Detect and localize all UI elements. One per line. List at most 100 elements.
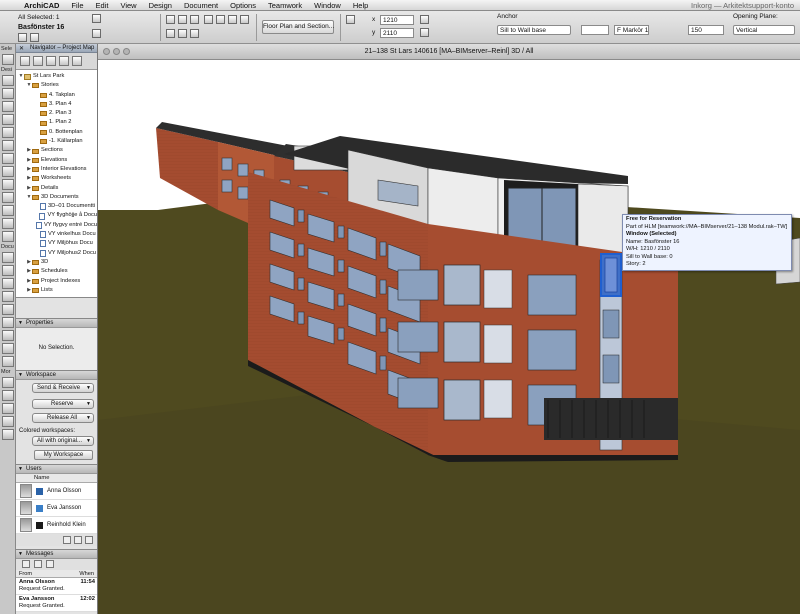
menu-help[interactable]: Help [347,1,374,10]
menu-teamwork[interactable]: Teamwork [262,1,308,10]
tree-item[interactable]: VY flygvy entré Docu [16,221,97,230]
publisher-icon[interactable] [59,56,69,66]
geometry-method-icon[interactable] [166,15,175,24]
message-item[interactable]: Eva Jansson 12:02 Request Granted. [16,595,97,612]
lock-icon[interactable] [30,33,39,42]
zone-tool-icon[interactable] [2,231,14,242]
tree-item[interactable]: 3. Plan 4 [16,100,97,109]
tree-item[interactable]: 3D–01 Documentti [16,202,97,211]
messages-header[interactable]: Messages [16,549,97,559]
tree-item[interactable]: ▶ Elevations [16,156,97,165]
tree-item[interactable]: ▶ Interior Elevations [16,165,97,174]
floor-plan-section-button[interactable]: Floor Plan and Section... [262,20,334,34]
opening-plane-select[interactable]: Vertical [733,25,795,35]
curtain-wall-tool-icon[interactable] [2,205,14,216]
tree-item[interactable]: VY Miljöhus Docu [16,239,97,248]
tree-item[interactable]: 0. Bottenplan [16,128,97,137]
my-workspace-button[interactable]: My Workspace [34,450,93,460]
tree-item[interactable]: VY Miljohus2 Docu [16,249,97,258]
anchor-select[interactable]: Sill to Wall base [497,25,571,35]
layer-icon[interactable] [18,33,27,42]
grid-tool-icon[interactable] [2,429,14,440]
view-window-title-bar[interactable]: 21–138 St Lars 140616 [MA–BIMserver–Rein… [98,44,800,60]
menu-file[interactable]: File [65,1,89,10]
tree-item[interactable]: ▼ 3D Documents [16,193,97,202]
layout-book-icon[interactable] [46,56,56,66]
arrow-tool-icon[interactable] [2,54,14,65]
tree-item[interactable]: ▶ Worksheets [16,174,97,183]
rotate-icon[interactable] [190,29,199,38]
info-icon[interactable] [85,536,93,544]
minimize-window-icon[interactable] [113,48,120,55]
label-tool-icon[interactable] [2,278,14,289]
reveal-icon[interactable] [178,15,187,24]
delete-icon[interactable] [46,560,54,568]
workspace-header[interactable]: Workspace [16,370,97,380]
section-icon[interactable] [240,15,249,24]
sill-icon[interactable] [420,28,429,37]
tree-item[interactable]: -1. Källarplan [16,137,97,146]
release-all-button[interactable]: Release All ▼ [32,413,94,423]
flip-icon[interactable] [178,29,187,38]
stair-tool-icon[interactable] [2,192,14,203]
message-item[interactable]: Anna Olsson 11:54 Request Granted. [16,578,97,595]
anchor-point-icon[interactable] [190,15,199,24]
tree-item[interactable]: ▶ Schedules [16,267,97,276]
eye-icon[interactable] [92,29,101,38]
menu-document[interactable]: Document [178,1,224,10]
tree-item[interactable]: ▼ St Lars Park [16,72,97,81]
grid-alt-icon[interactable] [216,15,225,24]
window-tool-icon[interactable] [2,114,14,125]
tree-item[interactable]: ▶ Sections [16,146,97,155]
tree-item[interactable]: 1. Plan 2 [16,118,97,127]
line-tool-icon[interactable] [2,304,14,315]
lamp-tool-icon[interactable] [2,377,14,388]
project-map-icon[interactable] [20,56,30,66]
roof-tool-icon[interactable] [2,166,14,177]
arc-tool-icon[interactable] [2,317,14,328]
properties-header[interactable]: Properties [16,318,97,328]
users-header[interactable]: Users [16,464,97,474]
polyline-tool-icon[interactable] [2,330,14,341]
drawing-tool-icon[interactable] [2,343,14,354]
dimension-tool-icon[interactable] [2,252,14,263]
tree-item[interactable]: ▼ Stories [16,81,97,90]
section-tool-icon[interactable] [2,356,14,367]
reserve-button[interactable]: Reserve ▼ [32,399,94,409]
navigator-title-bar[interactable]: ✕ Navigator – Project Map [16,44,97,53]
send-receive-button[interactable]: Send & Receive ▼ [32,383,94,393]
text-tool-icon[interactable] [2,265,14,276]
width-field[interactable]: 1210 [380,15,414,25]
reply-icon[interactable] [34,560,42,568]
figure-tool-icon[interactable] [2,403,14,414]
beam-tool-icon[interactable] [2,101,14,112]
reserve-icon[interactable] [63,536,71,544]
tree-item[interactable]: 4. Takplan [16,91,97,100]
tree-item[interactable]: VY flyghöjje å Docu [16,211,97,220]
display-icon[interactable] [228,15,237,24]
grid-icon[interactable] [204,15,213,24]
camera-tool-icon[interactable] [2,416,14,427]
menu-design[interactable]: Design [143,1,178,10]
close-icon[interactable]: ✕ [19,45,24,54]
user-row[interactable]: Eva Jansson [16,500,97,517]
object-tool-icon[interactable] [2,140,14,151]
offset-field[interactable]: 150 [688,25,724,35]
height-field[interactable]: 2110 [380,28,414,38]
menu-app-name[interactable]: ArchiCAD [18,1,65,10]
menu-view[interactable]: View [114,1,142,10]
marker-select[interactable]: F Markör 16 [614,25,649,35]
message-icon[interactable] [74,536,82,544]
anchor-offset-field[interactable] [581,25,609,35]
wall-tool-icon[interactable] [2,75,14,86]
view-map-icon[interactable] [33,56,43,66]
menu-edit[interactable]: Edit [90,1,115,10]
3d-model-view[interactable] [98,60,800,614]
zoom-window-icon[interactable] [123,48,130,55]
slab-tool-icon[interactable] [2,153,14,164]
column-tool-icon[interactable] [2,88,14,99]
mesh-tool-icon[interactable] [2,218,14,229]
menu-window[interactable]: Window [308,1,347,10]
tree-item[interactable]: ▶ Details [16,184,97,193]
menu-options[interactable]: Options [224,1,262,10]
